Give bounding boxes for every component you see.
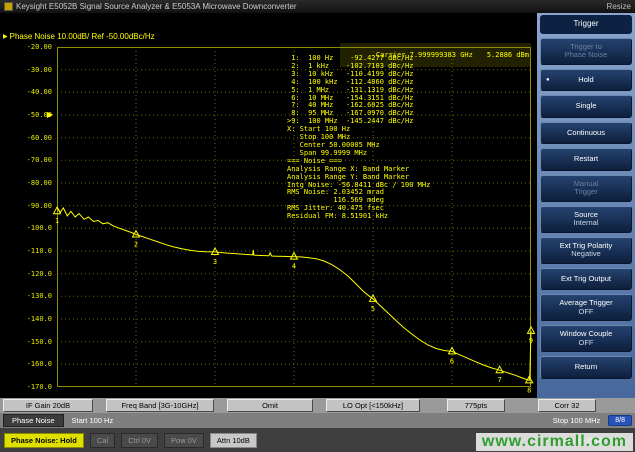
- status-ctrl[interactable]: Ctrl 0V: [121, 433, 158, 448]
- softkey-trigger-to-phase-noise: Trigger toPhase Noise: [540, 38, 632, 65]
- y-axis-tick-label: -30.00: [27, 66, 52, 74]
- softkey-hold[interactable]: ●Hold: [540, 69, 632, 92]
- softkey-continuous[interactable]: Continuous: [540, 122, 632, 145]
- app-icon: [4, 2, 13, 11]
- resize-button[interactable]: Resize: [607, 2, 631, 11]
- phase-noise-plot: ▶ Phase Noise 10.00dB/ Ref -50.00dBc/Hz …: [0, 13, 537, 398]
- y-axis-tick-label: -100.0: [27, 224, 52, 232]
- y-axis-tick-label: -80.00: [27, 179, 52, 187]
- marker-number: 7: [497, 376, 501, 384]
- y-axis-tick-label: -160.0: [27, 360, 52, 368]
- omit-button[interactable]: Omit: [227, 399, 313, 412]
- correlation-button[interactable]: Corr 32: [538, 399, 596, 412]
- marker-triangle-icon[interactable]: [370, 295, 377, 302]
- trace-tab-phase-noise[interactable]: Phase Noise: [3, 414, 64, 427]
- y-axis-tick-label: -20.00: [27, 43, 52, 51]
- trace-header: ▶ Phase Noise 10.00dB/ Ref -50.00dBc/Hz: [3, 32, 155, 41]
- selected-bullet-icon: ●: [546, 76, 550, 85]
- marker-readout: 1: 100 Hz -92.4277 dBc/Hz 2: 1 kHz -102.…: [287, 55, 430, 221]
- freq-band-button[interactable]: Freq Band [3G-10GHz]: [106, 399, 214, 412]
- sweep-range-bar: Phase Noise Start 100 Hz Stop 100 MHz 8/…: [0, 413, 635, 428]
- y-axis-tick-label: -110.0: [27, 247, 52, 255]
- marker-number: 1: [55, 217, 59, 225]
- status-phase-noise-hold[interactable]: Phase Noise: Hold: [4, 433, 84, 448]
- y-axis-tick-label: -170.0: [27, 383, 52, 391]
- measurement-settings-bar: IF Gain 20dB Freq Band [3G-10GHz] Omit L…: [0, 398, 635, 413]
- y-axis-tick-label: -40.00: [27, 88, 52, 96]
- app-window: Keysight E5052B Signal Source Analyzer &…: [0, 0, 635, 452]
- y-axis-tick-label: -150.0: [27, 338, 52, 346]
- softkey-ext-trig-output[interactable]: Ext Trig Output: [540, 268, 632, 291]
- y-axis-tick-label: -70.00: [27, 156, 52, 164]
- marker-number: 3: [213, 258, 217, 266]
- y-axis-tick-label: -120.0: [27, 270, 52, 278]
- y-axis-tick-label: -130.0: [27, 292, 52, 300]
- y-axis-tick-label: -140.0: [27, 315, 52, 323]
- status-pow[interactable]: Pow 0V: [164, 433, 204, 448]
- trace-scale-label: Phase Noise 10.00dB/ Ref -50.00dBc/Hz: [10, 32, 155, 41]
- softkey-source[interactable]: SourceInternal: [540, 206, 632, 233]
- marker-number: 6: [450, 357, 454, 365]
- marker-number: 4: [292, 263, 296, 271]
- marker-number: 2: [134, 241, 138, 249]
- softkey-ext-trig-polarity[interactable]: Ext Trig PolarityNegative: [540, 237, 632, 264]
- softkey-restart[interactable]: Restart: [540, 148, 632, 171]
- marker-number: 9: [529, 337, 533, 345]
- sweep-stop-label: Stop 100 MHz: [553, 416, 601, 425]
- trace-arrow-icon: ▶: [3, 33, 8, 40]
- y-axis-labels: -20.00-30.00-40.00-50.00-60.00-70.00-80.…: [0, 47, 54, 387]
- window-title: Keysight E5052B Signal Source Analyzer &…: [16, 2, 297, 11]
- softkey-single[interactable]: Single: [540, 95, 632, 118]
- status-cal[interactable]: Cal: [90, 433, 115, 448]
- status-attn[interactable]: Attn 10dB: [210, 433, 257, 448]
- page-indicator[interactable]: 8/8: [608, 415, 632, 426]
- ref-level-marker-icon: ▶: [47, 111, 53, 119]
- lo-opt-button[interactable]: LO Opt [<150kHz]: [326, 399, 420, 412]
- marker-number: 5: [371, 305, 375, 313]
- watermark: www.cirmall.com: [476, 433, 633, 451]
- phase-noise-trace: [57, 207, 531, 381]
- softkey-return[interactable]: Return: [540, 356, 632, 379]
- softkey-menu: Trigger Trigger toPhase Noise ●Hold Sing…: [537, 13, 635, 398]
- softkey-average-trigger[interactable]: Average TriggerOFF: [540, 294, 632, 321]
- readout-line: Residual FM: 8.51901 kHz: [287, 213, 430, 221]
- softkey-window-couple[interactable]: Window CoupleOFF: [540, 325, 632, 352]
- softkey-manual-trigger: ManualTrigger: [540, 175, 632, 202]
- if-gain-button[interactable]: IF Gain 20dB: [3, 399, 93, 412]
- sweep-start-label: Start 100 Hz: [72, 416, 114, 425]
- softkey-menu-title: Trigger: [540, 15, 632, 34]
- y-axis-tick-label: -60.00: [27, 134, 52, 142]
- y-axis-tick-label: -90.00: [27, 202, 52, 210]
- points-button[interactable]: 775pts: [447, 399, 505, 412]
- title-bar: Keysight E5052B Signal Source Analyzer &…: [0, 0, 635, 13]
- marker-number: 8: [527, 386, 531, 394]
